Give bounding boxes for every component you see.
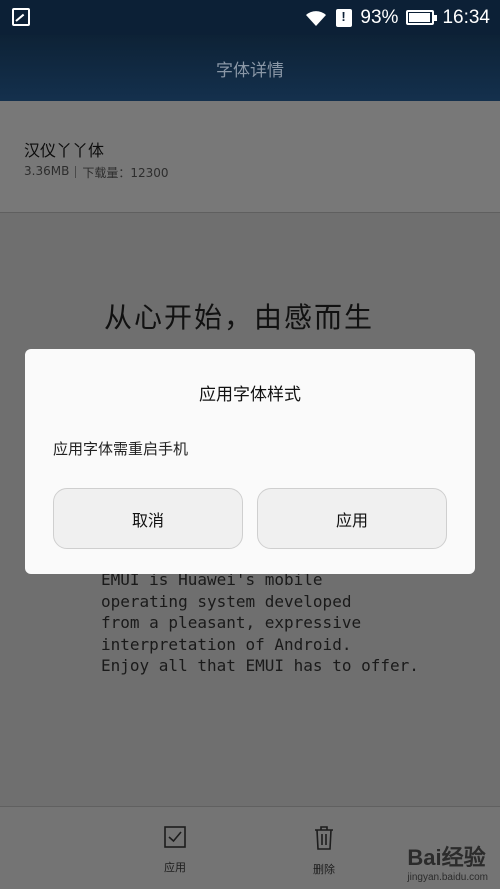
bottom-apply-button[interactable]: 应用 <box>145 825 205 875</box>
page-title: 字体详情 <box>216 60 284 81</box>
battery-icon <box>406 10 438 25</box>
battery-percent: 93% <box>360 6 399 28</box>
apply-font-dialog: 应用字体样式 应用字体需重启手机 取消 应用 <box>25 349 475 574</box>
meta-divider <box>75 166 77 178</box>
preview-line: Enjoy all that EMUI has to offer. <box>101 656 419 675</box>
cancel-button[interactable]: 取消 <box>53 488 243 549</box>
clock: 16:34 <box>442 6 490 28</box>
watermark-url: jingyan.baidu.com <box>407 872 488 883</box>
preview-line: operating system developed <box>101 591 352 611</box>
preview-line: interpretation of Android. <box>101 634 352 654</box>
font-meta: 3.36MB 下载量：12300 <box>24 164 169 181</box>
watermark-logo: Bai经验 jingyan.baidu.com <box>407 840 488 883</box>
title-bar: 字体详情 <box>0 35 500 101</box>
bottom-apply-label: 应用 <box>164 861 186 874</box>
dialog-message: 应用字体需重启手机 <box>53 440 189 458</box>
gallery-icon <box>12 8 30 26</box>
preview-text: EMUI is Huawei's mobile operating system… <box>101 569 419 677</box>
dialog-title: 应用字体样式 <box>199 385 301 405</box>
font-downloads: 下载量：12300 <box>82 166 169 180</box>
apply-button[interactable]: 应用 <box>257 488 447 549</box>
sim-alert-icon <box>336 8 353 27</box>
battery-fill <box>409 13 430 22</box>
status-indicators: 93% 16:34 <box>304 0 490 35</box>
font-name: 汉仪丫丫体 <box>24 141 105 160</box>
bottom-delete-button[interactable]: 删除 <box>294 825 354 877</box>
watermark-brand: Bai经验 <box>407 845 486 870</box>
wifi-icon <box>306 10 327 26</box>
status-bar: 93% 16:34 <box>0 0 500 35</box>
preview-line: from a pleasant, expressive <box>101 613 362 632</box>
font-info-header: 汉仪丫丫体 3.36MB 下载量：12300 <box>0 101 500 213</box>
checkbox-icon <box>164 826 186 848</box>
preview-title: 从心开始，由感而生 <box>104 301 375 334</box>
trash-icon <box>315 826 333 850</box>
bottom-action-bar: 应用 删除 Bai经验 jingyan.baidu.com <box>0 806 500 889</box>
bottom-delete-label: 删除 <box>313 863 335 876</box>
font-size: 3.36MB <box>24 164 70 178</box>
